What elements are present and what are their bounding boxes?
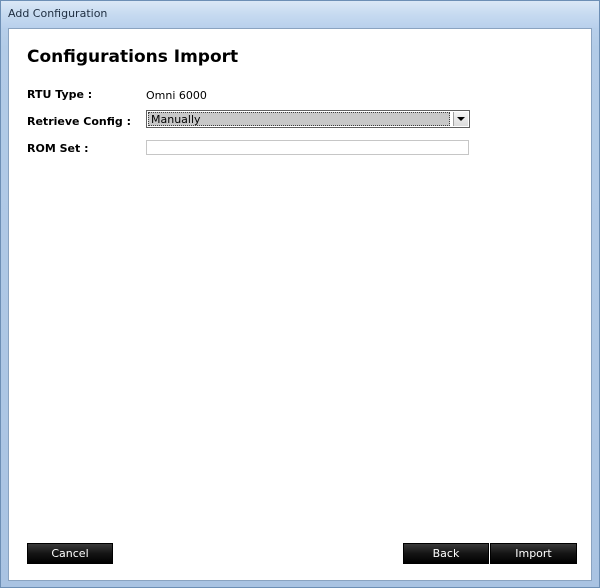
window-title: Add Configuration xyxy=(8,7,108,20)
retrieve-config-selected-area: Manually xyxy=(148,112,450,126)
chevron-down-icon[interactable] xyxy=(453,112,468,126)
title-bar[interactable]: Add Configuration xyxy=(1,1,599,28)
retrieve-config-selected-value: Manually xyxy=(151,113,201,126)
dialog-content: Configurations Import RTU Type : Omni 60… xyxy=(8,28,592,581)
rtu-type-label: RTU Type : xyxy=(27,88,93,101)
back-button[interactable]: Back xyxy=(403,543,489,564)
retrieve-config-select[interactable]: Manually xyxy=(146,110,470,128)
dialog-window: Add Configuration Configurations Import … xyxy=(0,0,600,588)
retrieve-config-label: Retrieve Config : xyxy=(27,115,132,128)
rtu-type-value: Omni 6000 xyxy=(146,89,207,102)
rom-set-input[interactable] xyxy=(146,140,469,155)
import-button[interactable]: Import xyxy=(490,543,577,564)
rom-set-label: ROM Set : xyxy=(27,142,89,155)
cancel-button[interactable]: Cancel xyxy=(27,543,113,564)
page-title: Configurations Import xyxy=(27,47,239,67)
